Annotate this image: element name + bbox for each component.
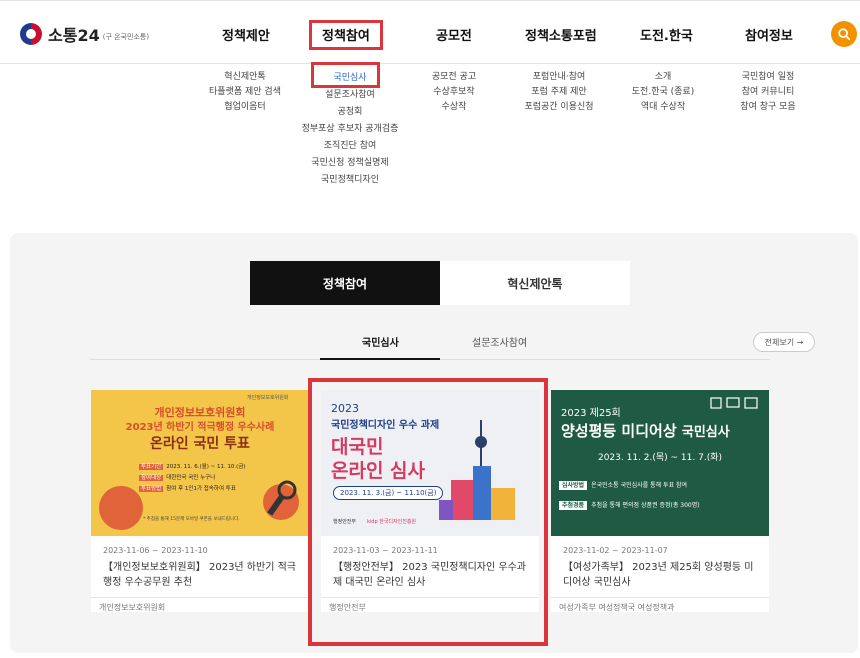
banner-heading-main: 양성평등 미디어상 (561, 422, 677, 440)
tab-innovation-proposal[interactable]: 혁신제안톡 (440, 261, 630, 305)
banner-agency-label: 개인정보보호위원회 (247, 395, 289, 401)
card-title[interactable]: 【여성가족부】 2023년 제25회 양성평등 미디어상 국민심사 (563, 560, 759, 590)
banner-year: 2023 제25회 (561, 408, 621, 419)
banner-heading-line2: 온라인 국민 투표 (150, 436, 250, 452)
submenu-item[interactable]: 포럼공간 이용신청 (513, 100, 605, 115)
submenu-item[interactable]: 혁신제안톡 (207, 70, 283, 85)
nav-highlight-box (309, 20, 383, 50)
nav-policy-forum[interactable]: 정책소통포럼 (525, 25, 597, 44)
view-all-button[interactable]: 전체보기 → (753, 332, 815, 352)
card-banner: 2023 제25회 양성평등 미디어상 국민심사 2023. 11. 2.(목)… (551, 390, 769, 536)
submenu-forum: 포럼안내·참여 포럼 주제 제안 포럼공간 이용신청 (513, 70, 605, 115)
banner-row-value: 2023. 11. 6.(월) ~ 11. 10.(금) (166, 464, 246, 470)
submenu-item[interactable]: 공모전 공고 (424, 70, 484, 85)
submenu-info: 국민참여 일정 참여 커뮤니티 참여 창구 모음 (734, 70, 802, 115)
logo-subtext: (구 온국민소통) (102, 33, 150, 41)
banner-note: * 추첨을 통해 15분께 모바일 쿠폰을 보내드립니다. (143, 517, 240, 522)
nav-policy-proposal[interactable]: 정책제안 (222, 25, 270, 44)
search-icon (838, 28, 851, 41)
card-divider (91, 597, 309, 598)
submenu-item[interactable]: 정부포상 후보자 공개검증 (288, 121, 412, 138)
nav-contest[interactable]: 공모전 (436, 25, 472, 44)
subtab-survey[interactable]: 설문조사참여 (472, 334, 527, 349)
submenu-item[interactable]: 국민신청 정책실명제 (288, 155, 412, 172)
banner-row-label: 투표방법 (139, 486, 164, 492)
submenu-item[interactable]: 타플랫폼 제안 검색 (207, 85, 283, 100)
banner-row-value: 대한민국 국민 누구나 (166, 475, 216, 481)
banner-row-label: 심사방법 (559, 481, 588, 490)
tab-policy-participation[interactable]: 정책참여 (250, 261, 440, 305)
banner-period: 2023. 11. 2.(목) ~ 11. 7.(화) (597, 453, 722, 463)
card-banner: 개인정보보호위원회 개인정보보호위원회 2023년 하반기 적극행정 우수사례 … (91, 390, 309, 536)
submenu-policy-proposal: 혁신제안톡 타플랫폼 제안 검색 협업이음터 (207, 70, 283, 115)
submenu-item[interactable]: 참여 창구 모음 (734, 100, 802, 115)
banner-heading-line1: 양성평등 미디어상 국민심사 (561, 420, 730, 441)
submenu-challenge: 소개 도전.한국 (종료) 역대 수상작 (628, 70, 698, 115)
card-date: 2023-11-06 ~ 2023-11-10 (103, 546, 208, 555)
banner-info-rows: 심사방법 온국민소통 국민심사를 통해 투표 참여 추첨경품 추첨을 통해 편의점 … (559, 478, 765, 514)
banner-heading-sub: 국민심사 (681, 425, 730, 440)
submenu-item[interactable]: 역대 수상작 (628, 100, 698, 115)
subtab-public-review[interactable]: 국민심사 (362, 334, 399, 349)
nav-challenge-korea[interactable]: 도전.한국 (640, 25, 693, 44)
submenu-highlight-box (311, 62, 380, 88)
submenu-item[interactable]: 수상작 (424, 100, 484, 115)
submenu-item[interactable]: 참여 커뮤니티 (734, 85, 802, 100)
active-subtab-underline (320, 358, 440, 360)
nav-participation-info[interactable]: 참여정보 (745, 25, 793, 44)
banner-row-value: 참여 후 1인1가 접속하여 투표 (166, 486, 236, 492)
search-button[interactable] (831, 21, 857, 47)
submenu-item[interactable]: 도전.한국 (종료) (628, 85, 698, 100)
submenu-item[interactable]: 국민참여 일정 (734, 70, 802, 85)
submenu-item[interactable]: 조직진단 참여 (288, 138, 412, 155)
submenu-item[interactable]: 국민정책디자인 (288, 172, 412, 189)
card-date: 2023-11-02 ~ 2023-11-07 (563, 546, 668, 555)
banner-info-rows: 투표기간 2023. 11. 6.(월) ~ 11. 10.(금) 참여대상 대한민… (139, 462, 289, 495)
review-card[interactable]: 개인정보보호위원회 개인정보보호위원회 2023년 하반기 적극행정 우수사례 … (91, 390, 309, 612)
section-tabs: 정책참여 혁신제안톡 (250, 261, 630, 305)
submenu-item[interactable]: 설문조사참여 (288, 87, 412, 104)
review-card[interactable]: 2023 제25회 양성평등 미디어상 국민심사 2023. 11. 2.(목)… (551, 390, 769, 612)
card-divider (551, 597, 769, 598)
banner-row-value: 추첨을 통해 편의점 상품권 증정(총 300명) (591, 502, 700, 509)
submenu-item[interactable]: 협업이음터 (207, 100, 283, 115)
banner-row-label: 투표기간 (139, 464, 164, 470)
submenu-contest: 공모전 공고 수상후보작 수상작 (424, 70, 484, 115)
taegeuk-logo-icon (20, 23, 42, 45)
submenu-item[interactable]: 포럼 주제 제안 (513, 85, 605, 100)
submenu-item[interactable]: 소개 (628, 70, 698, 85)
logo-text: 소통24 (48, 26, 100, 45)
banner-row-value: 온국민소통 국민심사를 통해 투표 참여 (591, 482, 688, 489)
site-logo[interactable]: 소통24 (구 온국민소통) (20, 22, 149, 46)
card-organization: 개인정보보호위원회 (99, 603, 166, 612)
submenu-item[interactable]: 수상후보작 (424, 85, 484, 100)
card-organization: 여성가족부 여성정책국 여성정책과 (559, 603, 675, 612)
submenu-item[interactable]: 포럼안내·참여 (513, 70, 605, 85)
card-highlight-box (308, 378, 548, 646)
card-title[interactable]: 【개인정보보호위원회】 2023년 하반기 적극행정 우수공무원 추천 (103, 560, 299, 590)
submenu-item[interactable]: 공청회 (288, 104, 412, 121)
banner-heading-line1: 2023년 하반기 적극행정 우수사례 (125, 422, 275, 433)
banner-row-label: 추첨경품 (559, 501, 588, 510)
banner-row-label: 참여대상 (139, 475, 164, 481)
